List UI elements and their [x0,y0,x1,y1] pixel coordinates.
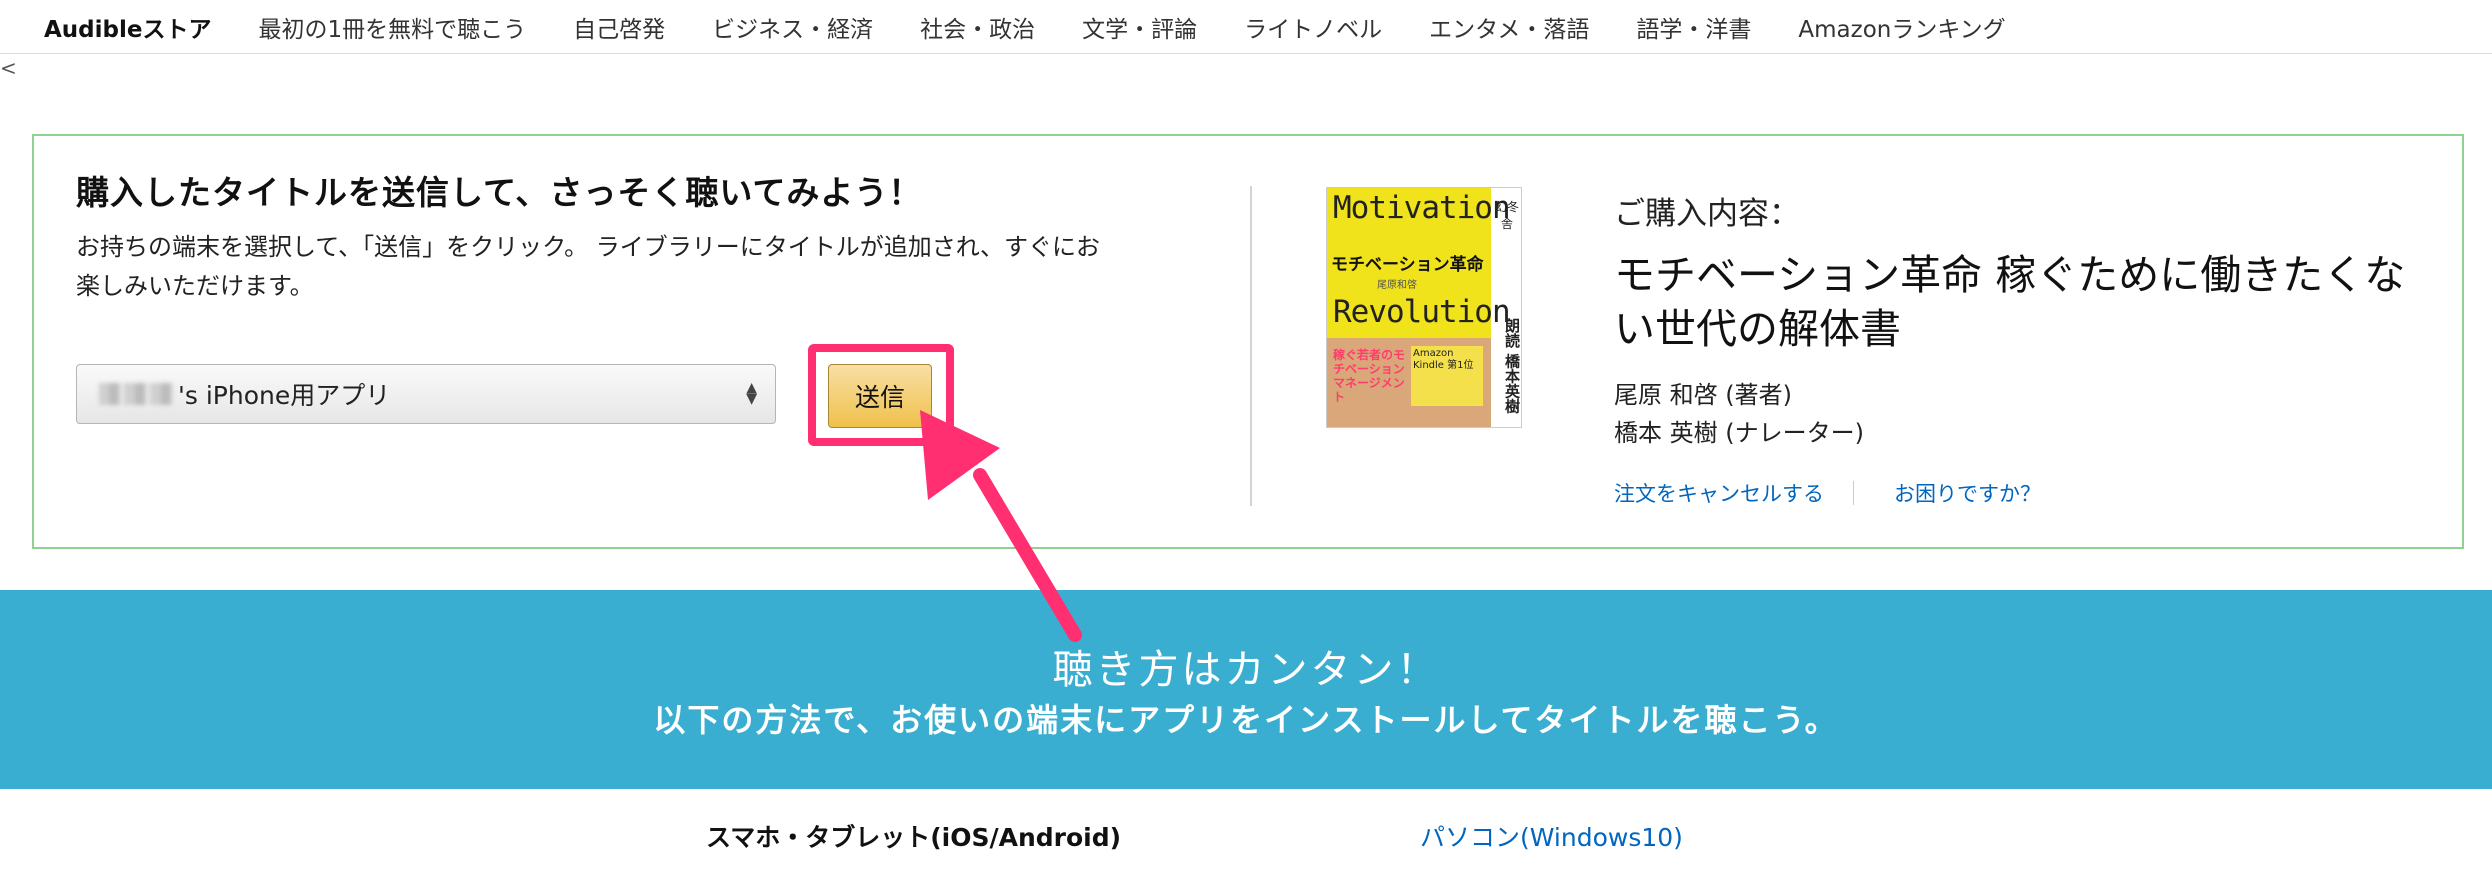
nav-item-light-novel[interactable]: ライトノベル [1244,10,1382,44]
nav-item-language[interactable]: 語学・洋書 [1636,10,1751,44]
purchase-links: 注文をキャンセルする お困りですか？ [1614,478,2434,508]
cover-publisher: 幻冬舎 [1494,200,1519,231]
panel-divider [1250,186,1252,506]
device-select-value: 's iPhone用アプリ [178,381,391,410]
device-select[interactable]: 's iPhone用アプリ ▲ ▼ [76,364,776,424]
book-credits: 尾原 和啓 (著者) 橋本 英樹 (ナレーター) [1614,376,2434,452]
send-description-line-2: 楽しみいただけます。 [76,272,314,300]
send-button-highlight: 送信 [808,344,954,446]
nav-item-society[interactable]: 社会・政治 [920,10,1035,44]
blurred-device-owner [99,383,174,405]
nav-item-self-help[interactable]: 自己啓発 [573,10,665,44]
cover-word-top: Motivation [1333,190,1511,226]
send-button[interactable]: 送信 [828,364,932,428]
links-separator [1853,481,1854,505]
cover-lower-text: 稼ぐ若者のモチベーションマネージメント [1333,348,1406,404]
nav-item-amazon-ranking[interactable]: Amazonランキング [1798,10,2005,44]
cover-jp-title: モチベーション革命 [1331,255,1484,275]
help-link[interactable]: お困りですか？ [1894,478,2041,508]
cover-word-bottom: Revolution [1333,294,1511,330]
book-narrator: 橋本 英樹 (ナレーター) [1614,419,1864,447]
cover-author: 尾原和啓 [1377,280,1417,291]
banner-subtitle: 以下の方法で、お使いの端末にアプリをインストールしてタイトルを聴こう。 [653,701,1839,739]
tab-pc[interactable]: パソコン(Windows10) [1420,818,1683,854]
purchase-label: ご購入内容： [1614,196,1800,232]
send-description: お持ちの端末を選択して、「送信」をクリック。 ライブラリーにタイトルが追加され、… [76,228,1236,306]
how-to-listen-banner: 聴き方はカンタン！ 以下の方法で、お使いの端末にアプリをインストールしてタイトル… [0,590,2492,789]
tab-mobile-tablet[interactable]: スマホ・タブレット(iOS/Android) [706,818,1121,854]
nav-item-business[interactable]: ビジネス・経済 [712,10,873,44]
top-navigation: Audibleストア 最初の1冊を無料で聴こう 自己啓発 ビジネス・経済 社会・… [0,0,2492,54]
send-section: 購入したタイトルを送信して、さっそく聴いてみよう！ お持ちの端末を選択して、「送… [76,166,1236,446]
send-to-device-panel: 購入したタイトルを送信して、さっそく聴いてみよう！ お持ちの端末を選択して、「送… [32,134,2464,549]
cover-lower-badge: Amazon Kindle 第1位 [1411,346,1483,406]
select-updown-arrow-icon: ▲ ▼ [746,380,757,407]
send-description-line-1: お持ちの端末を選択して、「送信」をクリック。 ライブラリーにタイトルが追加され、… [76,233,1101,261]
purchase-info: ご購入内容： モチベーション革命 稼ぐために働きたくない世代の解体書 尾原 和啓… [1614,188,2434,508]
nav-item-entertainment[interactable]: エンタメ・落語 [1429,10,1589,44]
book-title: モチベーション革命 稼ぐために働きたくない世代の解体書 [1614,251,2406,353]
cover-narration: 朗読 橋本英樹 [1503,318,1521,414]
device-tabs: スマホ・タブレット(iOS/Android) パソコン(Windows10) [0,818,2492,858]
back-chevron-icon[interactable]: < [0,56,17,80]
book-cover-image: Motivation モチベーション革命 尾原和啓 Revolution 稼ぐ若… [1326,187,1522,428]
cancel-order-link[interactable]: 注文をキャンセルする [1614,478,1824,508]
nav-brand-audible-store[interactable]: Audibleストア [44,10,211,44]
cover-lower-band: 稼ぐ若者のモチベーションマネージメント Amazon Kindle 第1位 [1327,338,1491,427]
nav-item-free-first-book[interactable]: 最初の1冊を無料で聴こう [258,10,526,44]
send-headline: 購入したタイトルを送信して、さっそく聴いてみよう！ [76,173,923,212]
nav-item-literature[interactable]: 文学・評論 [1082,10,1197,44]
banner-title: 聴き方はカンタン！ [1052,647,1440,693]
book-author: 尾原 和啓 (著者) [1614,381,1792,409]
